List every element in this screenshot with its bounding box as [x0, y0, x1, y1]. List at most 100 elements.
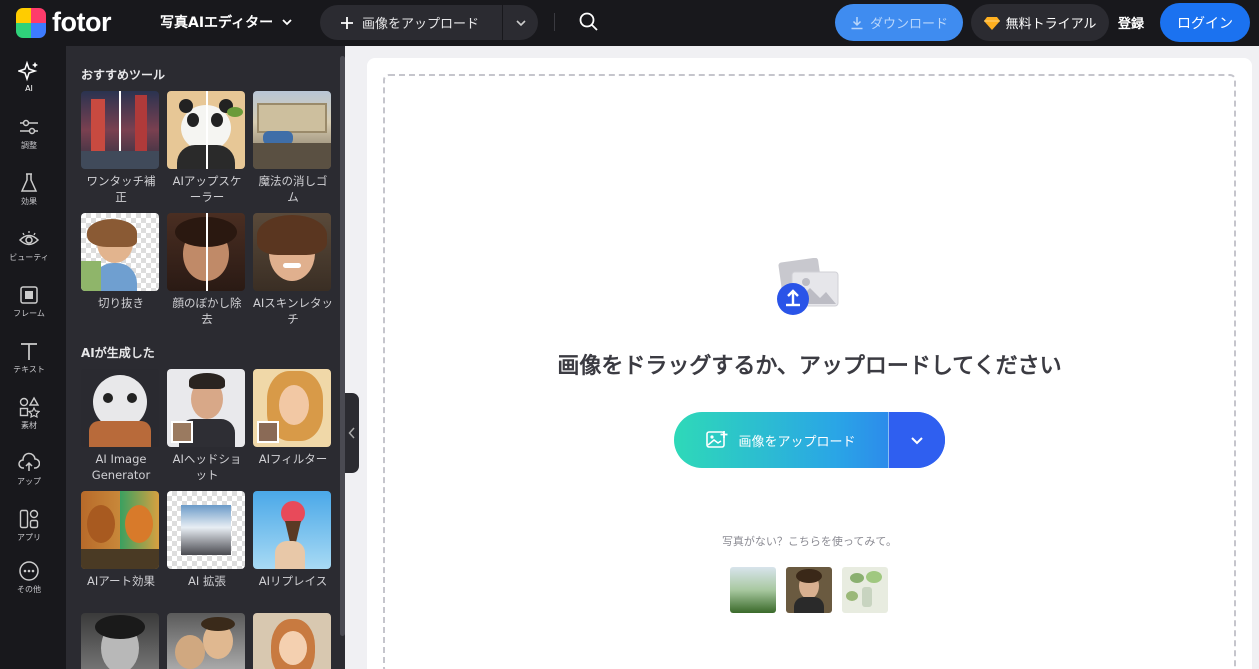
rail-item-label: 調整 — [21, 141, 37, 150]
tool-thumbnail — [167, 491, 245, 569]
chevron-down-icon — [282, 19, 292, 26]
header-upload-group: 画像をアップロード — [320, 5, 538, 40]
frame-icon — [20, 286, 38, 304]
collapse-panel-button[interactable] — [345, 393, 359, 473]
register-link[interactable]: 登録 — [1118, 13, 1144, 32]
more-icon — [19, 561, 39, 581]
upload-image-button[interactable]: 画像をアップロード — [674, 412, 888, 468]
tool-partial-2[interactable] — [167, 613, 247, 669]
tool-thumbnail — [167, 213, 245, 291]
tool-thumbnail — [167, 369, 245, 447]
tool-ai-expand[interactable]: AI 拡張 — [167, 491, 247, 589]
sample-image-landscape[interactable] — [730, 567, 776, 613]
rail-item-text[interactable]: テキスト — [0, 336, 58, 386]
plus-icon — [341, 16, 353, 29]
tool-face-unblur[interactable]: 顔のぼかし除去 — [167, 213, 247, 327]
left-rail: AI 調整 効果 ビューティ フレーム テキスト 素材 アップ アプリ その他 — [0, 46, 66, 669]
tool-label: AIアート効果 — [86, 574, 156, 588]
free-trial-label: 無料トライアル — [1005, 17, 1097, 32]
tool-label: AIスキンレタッチ — [253, 296, 333, 326]
tool-label: AI Image Generator — [91, 452, 151, 482]
drop-zone-title: 画像をドラッグするか、アップロードしてください — [557, 354, 1062, 379]
rail-item-label: AI — [25, 84, 33, 93]
rail-item-effects[interactable]: 効果 — [0, 168, 58, 218]
fotor-logo[interactable]: fotor — [16, 7, 111, 38]
tool-ai-filter[interactable]: AIフィルター — [253, 369, 333, 467]
diamond-icon — [983, 16, 1000, 30]
search-icon[interactable] — [578, 11, 600, 33]
upload-button-group: 画像をアップロード — [674, 412, 945, 468]
tool-thumbnail — [81, 613, 159, 669]
rail-item-label: 効果 — [21, 197, 37, 206]
apps-icon — [19, 509, 39, 529]
tool-ai-image-generator[interactable]: AI Image Generator — [81, 369, 161, 483]
rail-item-label: 素材 — [21, 421, 37, 430]
rail-item-label: その他 — [17, 585, 41, 594]
download-button[interactable]: ダウンロード — [835, 4, 963, 41]
chevron-down-icon — [911, 437, 923, 445]
sample-image-plant[interactable] — [842, 567, 888, 613]
tool-thumbnail — [253, 91, 331, 169]
rail-item-beauty[interactable]: ビューティ — [0, 224, 58, 274]
tool-partial-1[interactable] — [81, 613, 161, 669]
upload-options-dropdown[interactable] — [889, 412, 945, 468]
sample-images-hint: 写真がない？こちらを使ってみて。 — [721, 535, 898, 548]
tool-ai-skin-retouch[interactable]: AIスキンレタッチ — [253, 213, 333, 327]
text-icon — [21, 343, 37, 360]
login-button[interactable]: ログイン — [1160, 3, 1250, 42]
rail-item-elements[interactable]: 素材 — [0, 392, 58, 442]
tool-thumbnail — [81, 213, 159, 291]
tool-label: AIヘッドショット — [172, 452, 242, 482]
tool-ai-art-effect[interactable]: AIアート効果 — [81, 491, 161, 589]
rail-item-frame[interactable]: フレーム — [0, 280, 58, 330]
free-trial-button[interactable]: 無料トライアル — [971, 4, 1109, 41]
tool-ai-replace[interactable]: AIリプレイス — [253, 491, 333, 589]
sample-image-portrait[interactable] — [786, 567, 832, 613]
shapes-icon — [19, 396, 40, 418]
section-title-recommended: おすすめツール — [81, 68, 166, 82]
tool-cutout[interactable]: 切り抜き — [81, 213, 161, 311]
tool-label: 顔のぼかし除去 — [172, 296, 242, 326]
tool-ai-upscaler[interactable]: AIアップスケーラー — [167, 91, 247, 205]
tool-label: AI 拡張 — [188, 574, 226, 588]
tool-label: AIリプレイス — [258, 574, 328, 588]
editor-selector[interactable]: 写真AIエディター — [160, 12, 293, 32]
header-upload-dropdown[interactable] — [503, 5, 538, 40]
tool-thumbnail — [81, 91, 159, 169]
tool-ai-headshot[interactable]: AIヘッドショット — [167, 369, 247, 483]
tool-thumbnail — [253, 613, 331, 669]
rail-item-ai[interactable]: AI — [0, 56, 58, 106]
section-title-ai-generated: AIが生成した — [81, 346, 155, 360]
tool-label: ワンタッチ補正 — [86, 174, 156, 204]
rail-item-label: フレーム — [13, 309, 45, 318]
header-upload-label: 画像をアップロード — [362, 17, 480, 32]
logo-text: fotor — [52, 7, 111, 37]
tool-thumbnail — [81, 369, 159, 447]
tool-one-tap-enhance[interactable]: ワンタッチ補正 — [81, 91, 161, 205]
rail-item-label: テキスト — [13, 365, 45, 374]
tool-label: 切り抜き — [98, 296, 144, 310]
header-divider — [554, 13, 555, 31]
eye-icon — [18, 231, 40, 246]
rail-item-more[interactable]: その他 — [0, 556, 58, 606]
rail-item-label: ビューティ — [9, 253, 49, 262]
tool-thumbnail — [253, 369, 331, 447]
tools-panel: おすすめツール ワンタッチ補正 AIアップスケーラー 魔法の消しゴム 切り抜き … — [66, 46, 345, 669]
sliders-icon — [20, 119, 38, 135]
rail-item-apps[interactable]: アプリ — [0, 504, 58, 554]
tool-thumbnail — [81, 491, 159, 569]
upload-image-icon — [777, 258, 839, 315]
rail-item-label: アプリ — [17, 533, 41, 542]
rail-item-label: アップ — [17, 477, 41, 486]
tool-magic-eraser[interactable]: 魔法の消しゴム — [253, 91, 333, 205]
chevron-left-icon — [348, 427, 355, 439]
rail-item-upload[interactable]: アップ — [0, 448, 58, 498]
upload-image-label: 画像をアップロード — [738, 434, 856, 450]
header-upload-button[interactable]: 画像をアップロード — [320, 5, 502, 40]
rail-item-adjust[interactable]: 調整 — [0, 112, 58, 162]
editor-selector-label: 写真AIエディター — [160, 15, 274, 31]
tool-label: AIアップスケーラー — [172, 174, 242, 204]
chevron-down-icon — [515, 19, 526, 26]
download-icon — [851, 16, 863, 29]
tool-partial-3[interactable] — [253, 613, 333, 669]
